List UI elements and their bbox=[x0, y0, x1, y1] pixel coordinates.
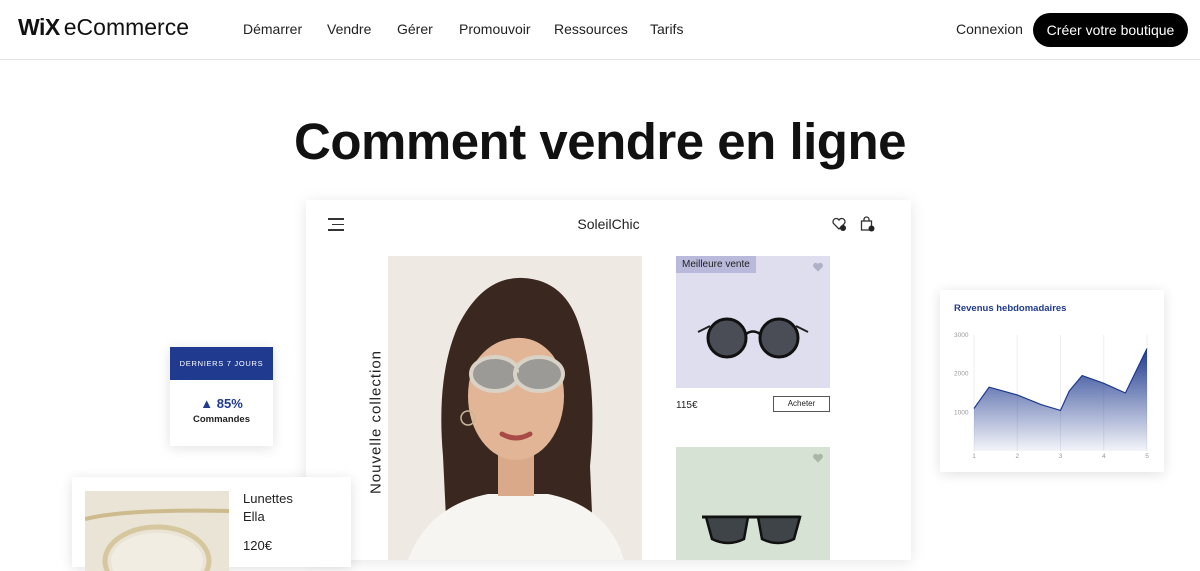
chart-xtick-label: 1 bbox=[972, 453, 976, 460]
nav-tarifs[interactable]: Tarifs bbox=[650, 21, 683, 37]
chart-xtick-label: 4 bbox=[1102, 453, 1106, 460]
revenue-area-chart: 1000 2000 3000 1 2 3 4 5 bbox=[954, 332, 1149, 460]
square-sunglasses-image bbox=[702, 515, 802, 545]
woman-sunglasses-image bbox=[388, 256, 642, 560]
model-photo bbox=[388, 256, 642, 560]
product-card-lunettes[interactable]: Lunettes Ella 120€ bbox=[72, 477, 351, 571]
product-name-line2: Ella bbox=[243, 509, 265, 524]
stat-period: DERNIERS 7 JOURS bbox=[170, 347, 273, 380]
store-mockup: SoleilChic Nouvelle collection Meilleure… bbox=[306, 200, 911, 560]
product-tile-bestseller[interactable]: Meilleure vente bbox=[676, 256, 830, 388]
page-title: Comment vendre en ligne bbox=[294, 113, 906, 170]
shopping-bag-icon[interactable] bbox=[859, 216, 875, 232]
nav-gerer[interactable]: Gérer bbox=[397, 21, 433, 37]
chart-xtick-label: 3 bbox=[1059, 453, 1063, 460]
stat-value: ▲ 85% bbox=[200, 396, 243, 411]
revenue-chart-card: Revenus hebdomadaires 1000 2000 3000 12345 bbox=[940, 290, 1164, 472]
chart-ytick-label: 1000 bbox=[954, 409, 969, 416]
logo-wix: WiX bbox=[18, 14, 60, 40]
product-tile-green[interactable] bbox=[676, 447, 830, 560]
collection-label: Nouvelle collection bbox=[367, 349, 385, 495]
nav-demarrer[interactable]: Démarrer bbox=[243, 21, 302, 37]
product-card-image bbox=[85, 491, 229, 571]
wishlist-heart-icon[interactable] bbox=[831, 216, 847, 232]
buy-button[interactable]: Acheter bbox=[773, 396, 830, 412]
sunglasses-closeup-image bbox=[85, 491, 229, 571]
round-sunglasses-image bbox=[697, 317, 809, 359]
top-navigation: WiX eCommerce Démarrer Vendre Gérer Promo… bbox=[0, 0, 1200, 60]
nav-vendre[interactable]: Vendre bbox=[327, 21, 371, 37]
chart-ytick-label: 2000 bbox=[954, 371, 969, 378]
product-card-price: 120€ bbox=[243, 538, 272, 553]
stat-label: Commandes bbox=[192, 414, 250, 425]
orders-stat-card: DERNIERS 7 JOURS ▲ 85% Commandes bbox=[170, 347, 273, 446]
chart-xtick-label: 2 bbox=[1015, 453, 1019, 460]
chart-ytick-label: 3000 bbox=[954, 332, 969, 339]
wix-ecommerce-logo[interactable]: WiX eCommerce bbox=[18, 14, 189, 41]
nav-ressources[interactable]: Ressources bbox=[554, 21, 628, 37]
store-name: SoleilChic bbox=[577, 216, 640, 232]
product-name-line1: Lunettes bbox=[243, 491, 293, 506]
product-price: 115€ bbox=[676, 400, 698, 411]
create-store-button[interactable]: Créer votre boutique bbox=[1033, 13, 1188, 47]
chart-xtick-label: 5 bbox=[1145, 453, 1149, 460]
nav-promouvoir[interactable]: Promouvoir bbox=[459, 21, 531, 37]
login-link[interactable]: Connexion bbox=[956, 21, 1023, 37]
logo-product: eCommerce bbox=[63, 14, 190, 40]
